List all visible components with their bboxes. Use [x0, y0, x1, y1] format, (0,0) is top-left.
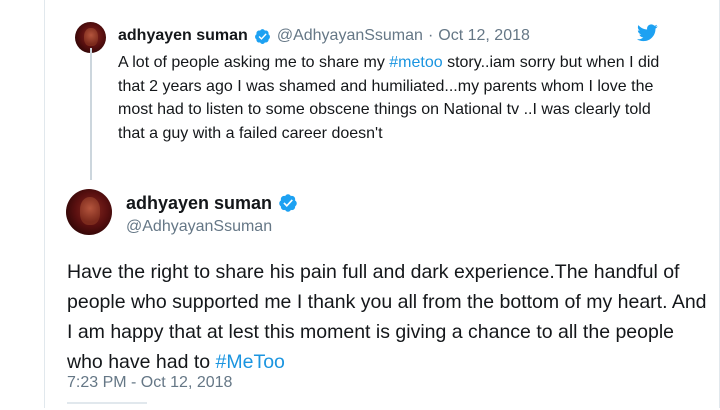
separator-dot: · [427, 27, 434, 44]
quoted-tweet-text: A lot of people asking me to share my #m… [118, 51, 663, 145]
main-hashtag-link[interactable]: #MeToo [216, 351, 285, 373]
quoted-author-name[interactable]: adhyayen suman [118, 27, 248, 45]
action-bar-partial [67, 402, 147, 410]
thread-line [90, 48, 92, 180]
main-tweet-timestamp[interactable]: 7:23 PM - Oct 12, 2018 [67, 374, 232, 392]
main-avatar[interactable] [66, 189, 112, 235]
verified-badge-icon [279, 194, 297, 212]
quoted-tweet-date[interactable]: Oct 12, 2018 [438, 27, 530, 45]
frame-edge-left [44, 0, 45, 408]
verified-badge-icon [254, 28, 270, 44]
main-text-part1: Have the right to share his pain full an… [67, 261, 707, 373]
quoted-tweet-header: adhyayen suman @AdhyayanSsuman · Oct 12,… [118, 26, 530, 46]
quoted-author-handle[interactable]: @AdhyayanSsuman [277, 27, 423, 45]
twitter-bird-icon[interactable] [637, 24, 658, 42]
quoted-text-part1: A lot of people asking me to share my [118, 54, 390, 71]
quoted-hashtag-link[interactable]: #metoo [389, 54, 442, 71]
main-tweet-text: Have the right to share his pain full an… [67, 257, 707, 377]
main-author-row: adhyayen suman [126, 191, 304, 215]
main-author-handle[interactable]: @AdhyayanSsuman [126, 218, 272, 236]
main-author-name[interactable]: adhyayen suman [126, 193, 272, 214]
